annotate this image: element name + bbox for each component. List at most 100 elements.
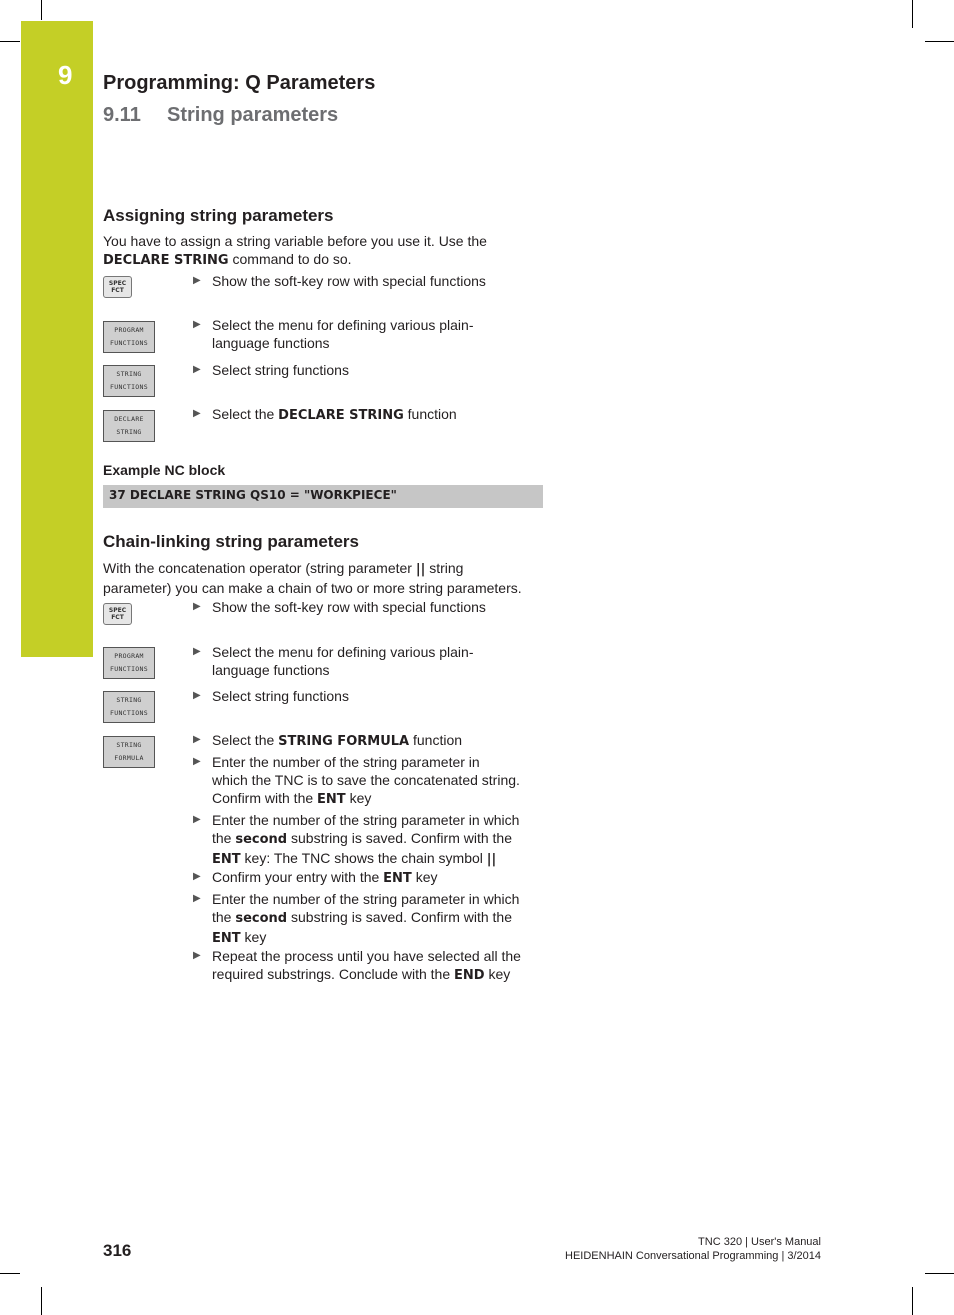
bold-term: || <box>486 852 497 867</box>
key-label: PROGRAM <box>114 652 144 660</box>
step: ▶ Confirm your entry with the ENT key <box>193 868 543 888</box>
intro-text: command to do so. <box>228 251 352 267</box>
crop-mark <box>925 41 954 42</box>
bold-term: END <box>454 968 485 983</box>
key-label: FUNCTIONS <box>110 339 148 347</box>
step: ▶ Select the DECLARE STRING function <box>193 405 543 425</box>
chapter-number: 9 <box>58 60 73 90</box>
intro-line: parameter) you can make a chain of two o… <box>103 580 522 596</box>
step-text: Enter the number of the string parameter… <box>212 891 520 907</box>
footer-line: HEIDENHAIN Conversational Programming | … <box>565 1250 821 1262</box>
step: ▶ Select the STRING FORMULA function <box>193 731 543 751</box>
bold-term: second <box>235 832 288 847</box>
chaining-intro: With the concatenation operator (string … <box>103 559 553 597</box>
text: Confirm your entry with the <box>212 869 384 885</box>
text: string <box>425 560 464 576</box>
text: substring is saved. Confirm with the <box>287 830 512 846</box>
triangle-right-icon: ▶ <box>193 734 201 745</box>
text: Select the <box>212 406 279 422</box>
step-text: Select the menu for defining various pla… <box>212 644 474 660</box>
step-text: which the TNC is to save the concatenate… <box>212 772 520 788</box>
text: key <box>240 929 267 945</box>
heading-chain-linking: Chain-linking string parameters <box>103 532 359 551</box>
page-number: 316 <box>103 1241 132 1260</box>
step: ▶ Enter the number of the string paramet… <box>193 753 543 809</box>
text: Select the <box>212 732 279 748</box>
step-text: Select the STRING FORMULA function <box>212 731 543 751</box>
step: ▶ Enter the number of the string paramet… <box>193 811 543 869</box>
bold-term: ENT <box>212 852 241 867</box>
bold-term: second <box>235 911 288 926</box>
key-label: PROGRAM <box>114 326 144 334</box>
step: ▶ Select the menu for defining various p… <box>193 316 543 352</box>
triangle-right-icon: ▶ <box>193 275 201 286</box>
triangle-right-icon: ▶ <box>193 690 201 701</box>
step-text: the second substring is saved. Confirm w… <box>212 829 543 849</box>
program-functions-softkey: PROGRAM FUNCTIONS <box>103 321 155 353</box>
program-functions-softkey: PROGRAM FUNCTIONS <box>103 647 155 679</box>
triangle-right-icon: ▶ <box>193 601 201 612</box>
bold-term: ENT <box>317 792 346 807</box>
triangle-right-icon: ▶ <box>193 646 201 657</box>
key-label: FUNCTIONS <box>110 665 148 673</box>
step-text: Select the DECLARE STRING function <box>212 405 543 425</box>
chapter-tab <box>21 21 93 657</box>
text: function <box>403 406 457 422</box>
crop-mark <box>41 0 42 20</box>
crop-mark <box>41 1287 42 1315</box>
step: ▶ Show the soft-key row with special fun… <box>193 272 543 290</box>
step-text: Enter the number of the string parameter… <box>212 812 520 828</box>
triangle-right-icon: ▶ <box>193 950 201 961</box>
key-label: SPEC <box>108 280 127 287</box>
key-label: FUNCTIONS <box>110 383 148 391</box>
intro-line: You have to assign a string variable bef… <box>103 233 487 249</box>
step: ▶ Select the menu for defining various p… <box>193 643 543 679</box>
crop-mark <box>0 1273 20 1274</box>
text: the <box>212 830 236 846</box>
step-text: Show the soft-key row with special funct… <box>212 599 486 615</box>
text: required substrings. Conclude with the <box>212 966 455 982</box>
text: key <box>411 869 438 885</box>
triangle-right-icon: ▶ <box>193 814 201 825</box>
example-code-block: 37 DECLARE STRING QS10 = "WORKPIECE" <box>103 485 543 508</box>
key-label: SPEC <box>108 607 127 614</box>
spec-fct-key: SPEC FCT <box>103 603 132 625</box>
key-label: FCT <box>111 614 124 621</box>
step-text: Select string functions <box>212 688 349 704</box>
step-text: language functions <box>212 662 330 678</box>
triangle-right-icon: ▶ <box>193 364 201 375</box>
crop-mark <box>912 0 913 28</box>
text: substring is saved. Confirm with the <box>287 909 512 925</box>
step-text: required substrings. Conclude with the E… <box>212 965 543 985</box>
text: key <box>484 966 511 982</box>
step-text: Confirm with the ENT key <box>212 789 543 809</box>
text: key: The TNC shows the chain symbol <box>240 850 487 866</box>
key-label: FCT <box>111 287 124 294</box>
triangle-right-icon: ▶ <box>193 871 201 882</box>
text: Confirm with the <box>212 790 318 806</box>
key-label: STRING <box>116 370 142 378</box>
crop-mark <box>912 1287 913 1315</box>
bold-term: ENT <box>383 871 412 886</box>
string-formula-softkey: STRING FORMULA <box>103 736 155 768</box>
text: the <box>212 909 236 925</box>
text: With the concatenation operator (string … <box>103 560 416 576</box>
section-name: String parameters <box>167 104 339 126</box>
string-functions-softkey: STRING FUNCTIONS <box>103 691 155 723</box>
crop-mark <box>0 41 20 42</box>
text: function <box>409 732 463 748</box>
section-title: 9.11 String parameters <box>103 104 338 127</box>
step-text: Enter the number of the string parameter… <box>212 754 480 770</box>
heading-assigning: Assigning string parameters <box>103 206 334 225</box>
triangle-right-icon: ▶ <box>193 756 201 767</box>
triangle-right-icon: ▶ <box>193 319 201 330</box>
text: key <box>345 790 372 806</box>
step-text: ENT key: The TNC shows the chain symbol … <box>212 849 543 869</box>
declare-string-softkey: DECLARE STRING <box>103 410 155 442</box>
step-text: Select string functions <box>212 362 349 378</box>
step-text: Repeat the process until you have select… <box>212 948 521 964</box>
intro-line: DECLARE STRING command to do so. <box>103 250 548 270</box>
spec-fct-key: SPEC FCT <box>103 276 132 298</box>
example-heading: Example NC block <box>103 462 226 478</box>
key-label: STRING <box>116 696 142 704</box>
